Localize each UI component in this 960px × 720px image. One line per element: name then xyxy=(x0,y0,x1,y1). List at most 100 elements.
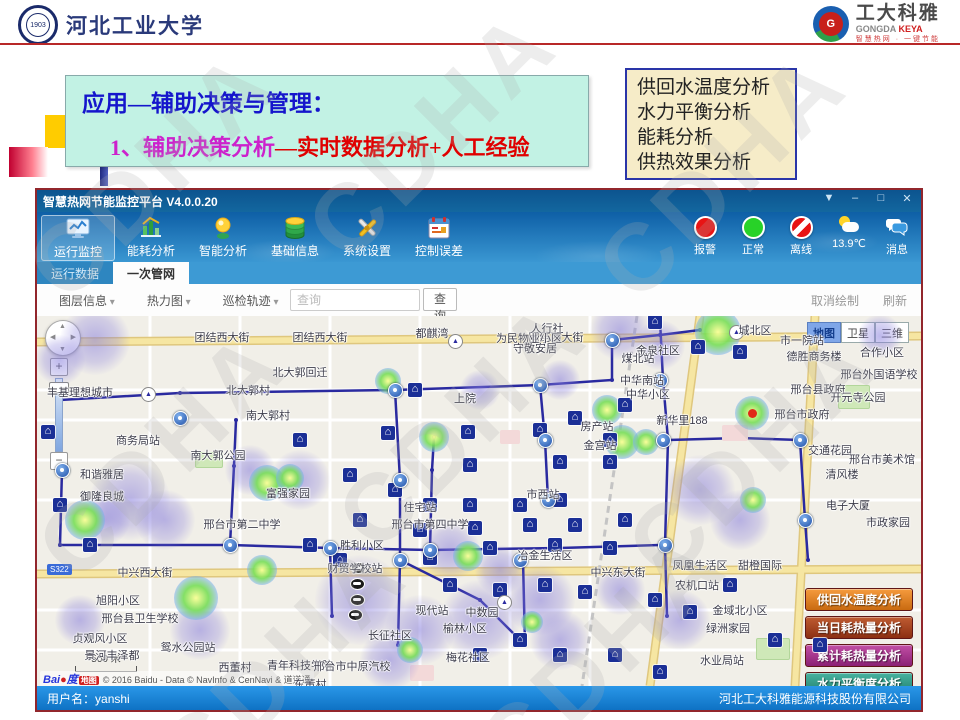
transit-marker-icon[interactable] xyxy=(348,609,363,621)
building-marker-icon[interactable]: ⌂ xyxy=(653,665,667,679)
valve-marker-icon[interactable] xyxy=(393,473,408,488)
status-item-alarm[interactable]: 报警 xyxy=(685,216,725,257)
status-item-messages[interactable]: 消息 xyxy=(877,216,917,257)
nav-item-monitoring[interactable]: 运行监控 xyxy=(41,215,115,261)
nav-item-control-error[interactable]: 控制误差 xyxy=(403,215,475,259)
valve-marker-icon[interactable] xyxy=(605,333,620,348)
building-marker-icon[interactable]: ⌂ xyxy=(691,340,705,354)
building-marker-icon[interactable]: ⌂ xyxy=(618,513,632,527)
status-item-normal[interactable]: 正常 xyxy=(733,216,773,257)
map-label: 富强家园 xyxy=(266,485,310,501)
transit-marker-icon[interactable] xyxy=(350,578,365,590)
link-refresh[interactable]: 刷新 xyxy=(883,292,907,309)
building-marker-icon[interactable]: ⌂ xyxy=(538,578,552,592)
map-label: 榆林小区 xyxy=(443,620,487,636)
building-marker-icon[interactable]: ⌂ xyxy=(483,541,497,555)
building-marker-icon[interactable]: ⌂ xyxy=(553,648,567,662)
building-marker-icon[interactable]: ⌂ xyxy=(578,585,592,599)
valve-marker-icon[interactable] xyxy=(538,433,553,448)
building-marker-icon[interactable]: ⌂ xyxy=(463,458,477,472)
menu-layer-info[interactable]: 图层信息 xyxy=(59,292,115,309)
search-input[interactable] xyxy=(290,289,420,311)
building-marker-icon[interactable]: ⌂ xyxy=(608,648,622,662)
building-marker-icon[interactable]: ⌂ xyxy=(303,538,317,552)
building-marker-icon[interactable]: ⌂ xyxy=(381,426,395,440)
baidu-logo: Bai●度地图 xyxy=(43,671,99,686)
nav-item-basic-info[interactable]: 基础信息 xyxy=(259,215,331,259)
status-item-label: 离线 xyxy=(790,241,812,257)
building-marker-icon[interactable]: ⌂ xyxy=(553,455,567,469)
nav-item-energy-analysis[interactable]: 能耗分析 xyxy=(115,215,187,259)
valve-marker-icon[interactable] xyxy=(656,433,671,448)
building-marker-icon[interactable]: ⌂ xyxy=(83,538,97,552)
building-marker-icon[interactable]: ⌂ xyxy=(648,593,662,607)
menu-heatmap[interactable]: 热力图 xyxy=(147,292,191,309)
valve-marker-icon[interactable] xyxy=(793,433,808,448)
dropdown-icon[interactable]: ▼ xyxy=(821,192,837,205)
map-canvas[interactable]: ▲ ▼ ◀ ▶ + − 地图卫星三维 供回水温度分析当日耗热量分析累计耗热量分析… xyxy=(37,316,921,686)
map-label: 金宫站 xyxy=(584,437,617,453)
valve-marker-icon[interactable] xyxy=(323,541,338,556)
valve-marker-icon[interactable] xyxy=(393,553,408,568)
building-marker-icon[interactable]: ⌂ xyxy=(408,383,422,397)
valve-marker-icon[interactable] xyxy=(798,513,813,528)
station-triangle-icon[interactable]: ▲ xyxy=(141,387,156,402)
tab-running-data[interactable]: 运行数据 xyxy=(37,262,113,284)
building-marker-icon[interactable]: ⌂ xyxy=(41,425,55,439)
search-button[interactable]: 查询 xyxy=(423,288,457,311)
building-marker-icon[interactable]: ⌂ xyxy=(768,633,782,647)
building-marker-icon[interactable]: ⌂ xyxy=(813,638,827,652)
map-label: 新华里188 xyxy=(656,412,707,428)
analysis-button-supply-return-temp[interactable]: 供回水温度分析 xyxy=(805,588,913,611)
building-marker-icon[interactable]: ⌂ xyxy=(53,498,67,512)
building-marker-icon[interactable]: ⌂ xyxy=(343,468,357,482)
building-marker-icon[interactable]: ⌂ xyxy=(523,518,537,532)
valve-marker-icon[interactable] xyxy=(173,411,188,426)
valve-marker-icon[interactable] xyxy=(55,463,70,478)
tab-primary-network[interactable]: 一次管网 xyxy=(113,262,189,284)
station-triangle-icon[interactable]: ▲ xyxy=(497,595,512,610)
map-attribution: Bai●度地图 © 2016 Baidu - Data © NavInfo & … xyxy=(40,671,314,686)
valve-marker-icon[interactable] xyxy=(423,543,438,558)
building-marker-icon[interactable]: ⌂ xyxy=(468,521,482,535)
building-marker-icon[interactable]: ⌂ xyxy=(513,633,527,647)
close-button[interactable]: ✕ xyxy=(899,192,915,205)
status-item-weather[interactable]: 13.9℃ xyxy=(829,216,869,257)
analysis-button-hydraulic-balance[interactable]: 水力平衡度分析 xyxy=(805,672,913,686)
building-marker-icon[interactable]: ⌂ xyxy=(683,605,697,619)
transit-marker-icon[interactable] xyxy=(350,594,365,606)
heatmap-purple-blob xyxy=(135,490,195,550)
maximize-button[interactable]: □ xyxy=(873,192,889,205)
building-marker-icon[interactable]: ⌂ xyxy=(733,345,747,359)
building-marker-icon[interactable]: ⌂ xyxy=(603,541,617,555)
valve-marker-icon[interactable] xyxy=(658,538,673,553)
valve-marker-icon[interactable] xyxy=(388,383,403,398)
building-marker-icon[interactable]: ⌂ xyxy=(461,425,475,439)
link-cancel-draw[interactable]: 取消绘制 xyxy=(811,292,859,309)
building-marker-icon[interactable]: ⌂ xyxy=(463,498,477,512)
building-marker-icon[interactable]: ⌂ xyxy=(513,498,527,512)
slide: 1903 河北工业大学 G 工大科雅 GONGDA KEYA 智慧热网 · 一键… xyxy=(0,0,960,720)
building-marker-icon[interactable]: ⌂ xyxy=(443,578,457,592)
map-label: 邢台市政府 xyxy=(775,406,830,422)
menu-patrol-track[interactable]: 巡检轨迹 xyxy=(223,292,279,309)
building-marker-icon[interactable]: ⌂ xyxy=(648,316,662,329)
map-label: 市西站 xyxy=(527,486,560,502)
map-label: 市一院站 xyxy=(780,332,824,348)
analysis-button-daily-heat[interactable]: 当日耗热量分析 xyxy=(805,616,913,639)
minimize-button[interactable]: – xyxy=(847,192,863,205)
building-marker-icon[interactable]: ⌂ xyxy=(293,433,307,447)
valve-marker-icon[interactable] xyxy=(223,538,238,553)
building-marker-icon[interactable]: ⌂ xyxy=(568,518,582,532)
building-marker-icon[interactable]: ⌂ xyxy=(603,455,617,469)
station-triangle-icon[interactable]: ▲ xyxy=(448,334,463,349)
building-marker-icon[interactable]: ⌂ xyxy=(353,513,367,527)
nav-item-smart-analysis[interactable]: 智能分析 xyxy=(187,215,259,259)
nav-item-system-settings[interactable]: 系统设置 xyxy=(331,215,403,259)
header-divider xyxy=(0,43,960,45)
heatmap-hot-spot xyxy=(174,576,218,620)
valve-marker-icon[interactable] xyxy=(533,378,548,393)
status-item-offline[interactable]: 离线 xyxy=(781,216,821,257)
building-marker-icon[interactable]: ⌂ xyxy=(723,578,737,592)
map-label: 现代站 xyxy=(416,602,449,618)
